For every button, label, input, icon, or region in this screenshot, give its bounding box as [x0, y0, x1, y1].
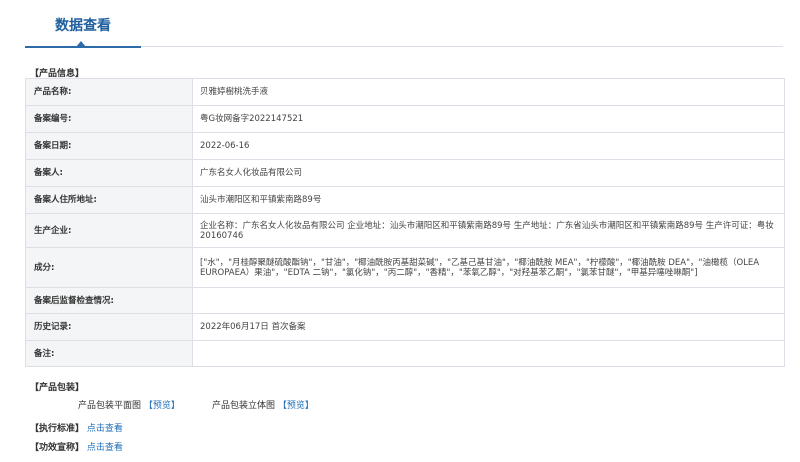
packaging-solid-preview-link[interactable]: 【预览】	[278, 401, 314, 411]
tab-data-view-label: 数据查看	[55, 18, 111, 34]
info-row: 备注:	[25, 340, 785, 367]
info-row-value: 汕头市潮阳区和平镇紫南路89号	[192, 186, 785, 214]
info-row-value	[192, 340, 785, 367]
packaging-solid-label: 产品包装立体图	[212, 401, 276, 411]
tab-active-caret-icon	[76, 41, 86, 47]
tab-bar: 数据查看	[25, 0, 783, 48]
standard-title: 【执行标准】	[30, 424, 85, 434]
packaging-flat-label: 产品包装平面图	[78, 401, 142, 411]
info-row: 产品名称: 贝雅婷樹桃洗手液	[25, 78, 785, 106]
packaging-flat-preview-link[interactable]: 【预览】	[144, 401, 180, 411]
info-row-value: 贝雅婷樹桃洗手液	[192, 78, 785, 106]
info-row-value: ["水"，"月桂醇聚醚硫酸酯钠"，"甘油"，"椰油酰胺丙基甜菜碱"，"乙基己基甘…	[192, 247, 785, 288]
info-row-value: 2022-06-16	[192, 132, 785, 160]
tab-data-view[interactable]: 数据查看	[25, 0, 141, 48]
info-row-label: 备案人住所地址:	[25, 186, 193, 214]
efficacy-view-link[interactable]: 点击查看	[87, 443, 123, 453]
info-row-value: 广东名女人化妆品有限公司	[192, 159, 785, 187]
info-row-label: 成分:	[25, 247, 193, 288]
info-row-label: 备案后监督检查情况:	[25, 287, 193, 314]
info-row: 备案人: 广东名女人化妆品有限公司	[25, 159, 785, 187]
info-row-label: 备案日期:	[25, 132, 193, 160]
info-row: 历史记录: 2022年06月17日 首次备案	[25, 313, 785, 341]
info-row-label: 备案人:	[25, 159, 193, 187]
info-row-label: 备注:	[25, 340, 193, 367]
info-row: 生产企业: 企业名称：广东名女人化妆品有限公司 企业地址：汕头市潮阳区和平镇紫南路…	[25, 213, 785, 248]
packaging-flat: 产品包装平面图 【预览】	[78, 398, 180, 411]
efficacy-row: 【功效宣称】 点击查看	[30, 440, 123, 453]
packaging-title: 【产品包装】	[30, 383, 85, 393]
info-row: 备案后监督检查情况:	[25, 287, 785, 314]
product-info-table: 产品名称: 贝雅婷樹桃洗手液 备案编号: 粤G妆网备字2022147521 备案日期: 2…	[25, 78, 785, 367]
info-row-label: 产品名称:	[25, 78, 193, 106]
info-row: 备案人住所地址: 汕头市潮阳区和平镇紫南路89号	[25, 186, 785, 214]
info-row: 备案日期: 2022-06-16	[25, 132, 785, 160]
info-row-label: 生产企业:	[25, 213, 193, 248]
efficacy-title: 【功效宣称】	[30, 443, 85, 453]
packaging-solid: 产品包装立体图 【预览】	[212, 398, 314, 411]
info-row-value: 粤G妆网备字2022147521	[192, 105, 785, 133]
info-row-label: 历史记录:	[25, 313, 193, 341]
standard-row: 【执行标准】 点击查看	[30, 421, 123, 434]
info-row: 备案编号: 粤G妆网备字2022147521	[25, 105, 785, 133]
info-row: 成分: ["水"，"月桂醇聚醚硫酸酯钠"，"甘油"，"椰油酰胺丙基甜菜碱"，"乙基…	[25, 247, 785, 288]
standard-view-link[interactable]: 点击查看	[87, 424, 123, 434]
info-row-value: 2022年06月17日 首次备案	[192, 313, 785, 341]
info-row-value	[192, 287, 785, 314]
info-row-label: 备案编号:	[25, 105, 193, 133]
info-row-value: 企业名称：广东名女人化妆品有限公司 企业地址：汕头市潮阳区和平镇紫南路89号 生…	[192, 213, 785, 248]
